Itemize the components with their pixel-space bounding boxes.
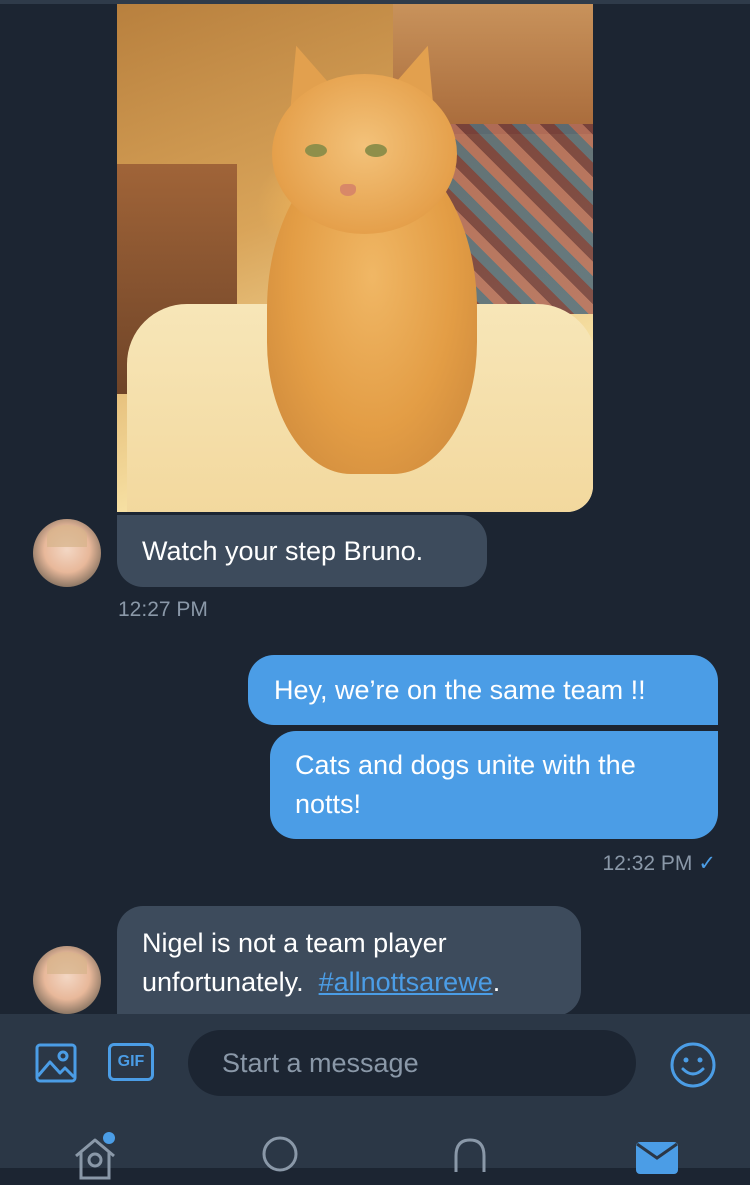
avatar[interactable] — [33, 519, 101, 587]
avatar[interactable] — [33, 946, 101, 1014]
cat-nose — [340, 184, 356, 196]
search-icon[interactable] — [260, 1134, 302, 1176]
message-text: Cats and dogs unite with the notts! — [295, 750, 636, 819]
message-text-line1: Nigel is not a team player — [142, 928, 447, 958]
message-timestamp: 12:32 PM ✓ — [603, 851, 717, 876]
read-check-icon: ✓ — [698, 852, 716, 875]
message-text: Watch your step Bruno. — [142, 536, 424, 566]
timestamp-text: 12:32 PM — [602, 852, 693, 875]
message-text-suffix: . — [492, 967, 501, 997]
cat-eye-right — [365, 144, 387, 157]
message-timestamp: 12:27 PM — [118, 598, 208, 621]
message-input[interactable] — [188, 1030, 636, 1096]
message-bubble-incoming[interactable]: Nigel is not a team player unfortunately… — [117, 906, 581, 1016]
mail-icon[interactable] — [634, 1134, 680, 1174]
message-text-prefix: unfortunately. — [142, 967, 319, 997]
message-image-cat[interactable] — [117, 4, 593, 512]
cat-eye-left — [305, 144, 327, 157]
image-icon[interactable] — [35, 1043, 77, 1083]
message-bubble-incoming[interactable]: Watch your step Bruno. — [117, 515, 487, 587]
hashtag-link[interactable]: #allnottsarewe — [319, 967, 493, 997]
bell-icon[interactable] — [450, 1134, 490, 1174]
message-bubble-outgoing[interactable]: Hey, we’re on the same team !! — [248, 655, 718, 725]
gif-button[interactable]: GIF — [108, 1043, 154, 1081]
message-bubble-outgoing[interactable]: Cats and dogs unite with the notts! — [270, 731, 718, 839]
message-text-line2: unfortunately. #allnottsarewe. — [142, 963, 500, 1002]
smiley-icon[interactable] — [669, 1041, 717, 1089]
message-text: Hey, we’re on the same team !! — [274, 675, 646, 705]
cat-head — [272, 74, 457, 234]
notification-dot — [103, 1132, 115, 1144]
